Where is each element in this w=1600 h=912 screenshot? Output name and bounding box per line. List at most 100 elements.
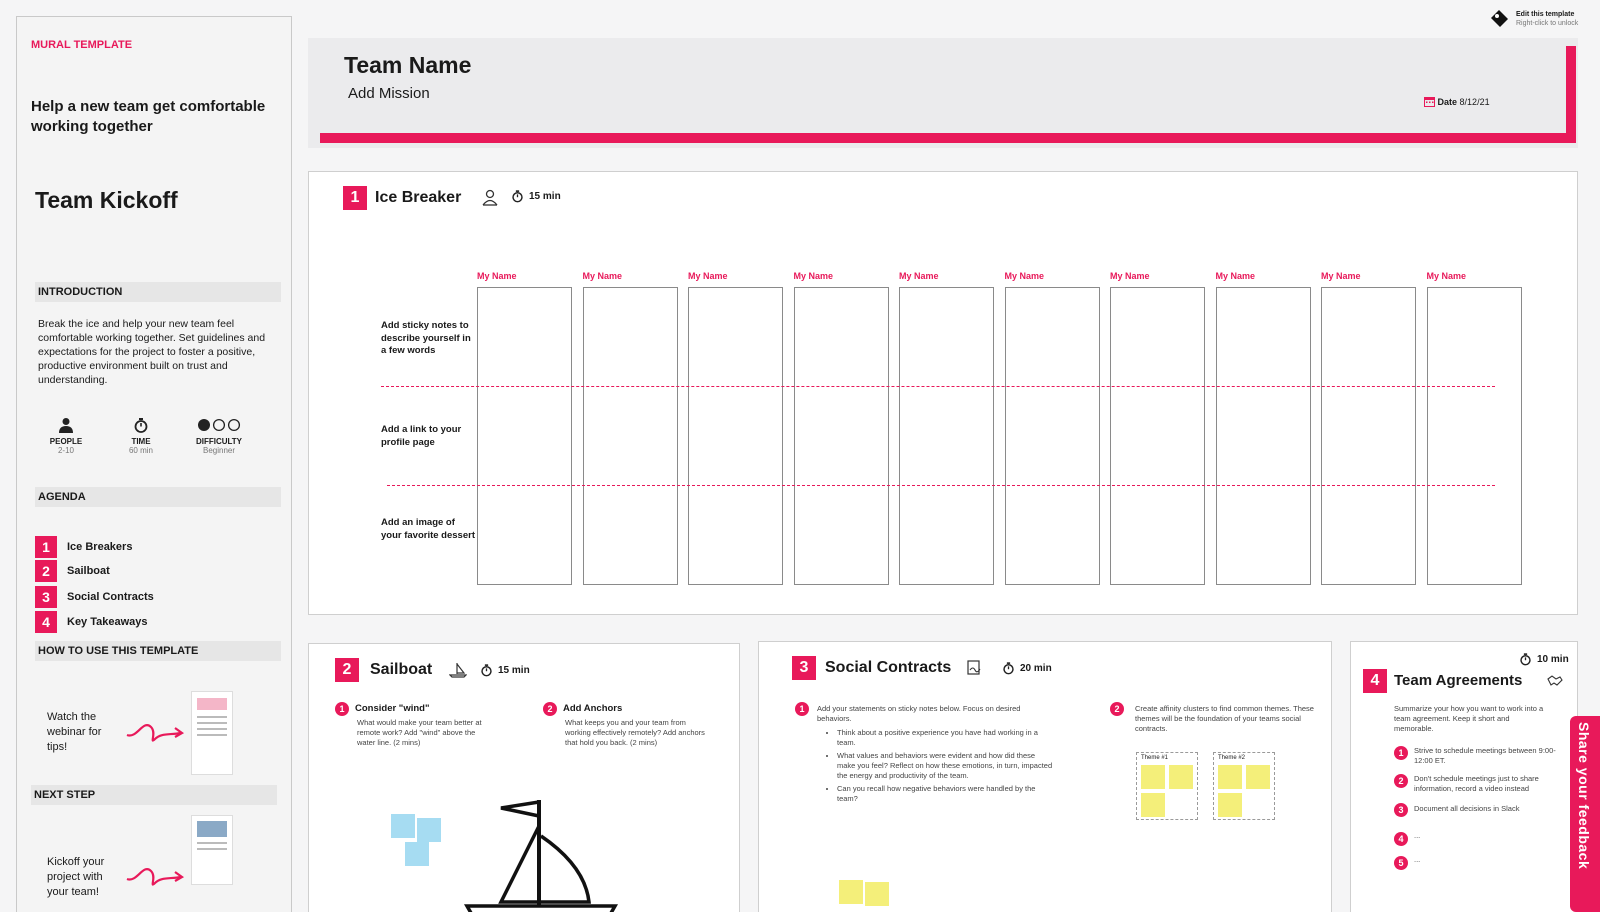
theme-cluster[interactable]: Theme #1: [1136, 752, 1198, 820]
section-title: Ice Breaker: [375, 189, 462, 206]
prompt-list: Think about a positive experience you ha…: [829, 728, 1055, 804]
agenda-item-sailboat[interactable]: 2 Sailboat: [35, 560, 235, 582]
team-name[interactable]: Team Name: [344, 52, 471, 79]
name-column[interactable]: [582, 287, 678, 585]
column-name-label[interactable]: My Name: [477, 271, 517, 281]
stopwatch-icon: [134, 418, 148, 433]
stopwatch-icon: [1003, 662, 1014, 675]
column-name-label[interactable]: My Name: [1005, 271, 1045, 281]
stopwatch-icon: [1520, 653, 1531, 666]
edit-template-label: Edit this template: [1516, 11, 1575, 18]
name-column[interactable]: [899, 287, 994, 585]
handshake-icon: [1547, 675, 1563, 686]
header-side-bar: [1566, 46, 1576, 143]
sticky-note-yellow[interactable]: [1169, 765, 1193, 789]
template-sidebar: MURAL TEMPLATE Help a new team get comfo…: [16, 16, 292, 912]
agreements-intro: Summarize your how you want to work into…: [1394, 704, 1544, 733]
sticky-note-blue[interactable]: [405, 842, 429, 866]
agreement-number: 3: [1394, 803, 1408, 817]
agenda-label: Social Contracts: [67, 591, 154, 603]
sticky-note-yellow[interactable]: [1141, 765, 1165, 789]
team-header: Team Name Add Mission Date 8/12/21: [308, 38, 1578, 148]
name-column[interactable]: [477, 287, 572, 585]
step-number: 2: [1110, 702, 1124, 716]
squiggle-arrow-icon: [126, 724, 185, 742]
webinar-thumbnail[interactable]: [191, 691, 233, 775]
sticky-note-yellow[interactable]: [1218, 765, 1242, 789]
section-time: 15 min: [529, 191, 561, 202]
unlock-tag-icon: [1491, 10, 1508, 27]
name-column[interactable]: [793, 287, 889, 585]
template-tagline: Help a new team get comfortable working …: [31, 98, 266, 135]
column-name-label[interactable]: My Name: [1321, 271, 1361, 281]
sticky-note-yellow[interactable]: [839, 880, 863, 904]
agreement-text: Strive to schedule meetings between 9:00…: [1414, 746, 1556, 765]
name-column[interactable]: [1110, 287, 1205, 585]
howto-text: Watch the webinar for tips!: [47, 711, 102, 753]
agenda-num: 3: [35, 586, 57, 608]
step-number: 2: [543, 702, 557, 716]
sticky-note-yellow[interactable]: [865, 882, 889, 906]
sticky-note-blue[interactable]: [391, 814, 415, 838]
agenda-num: 2: [35, 560, 57, 582]
name-column[interactable]: [688, 287, 783, 585]
section-title: Sailboat: [370, 661, 433, 678]
section-number: 3: [792, 656, 816, 680]
sticky-note-yellow[interactable]: [1246, 765, 1270, 789]
step-text: Create affinity clusters to find common …: [1135, 704, 1314, 733]
step-number: 1: [335, 702, 349, 716]
name-column[interactable]: [1215, 287, 1311, 585]
theme-cluster[interactable]: Theme #2: [1213, 752, 1275, 820]
sailboat-panel: 2 Sailboat 15 min 1 Consider "wind" What…: [308, 643, 740, 912]
date-field[interactable]: Date 8/12/21: [1424, 96, 1490, 107]
contract-icon: [967, 660, 981, 675]
name-column[interactable]: [1004, 287, 1100, 585]
prompt-item: Think about a positive experience you ha…: [837, 728, 1055, 748]
column-name-label[interactable]: My Name: [688, 271, 728, 281]
name-column[interactable]: [1321, 287, 1416, 585]
agreement-number: 1: [1394, 746, 1408, 760]
agenda-item-key-takeaways[interactable]: 4 Key Takeaways: [35, 611, 235, 633]
team-agreements-panel: 10 min 4 Team Agreements Summarize your …: [1350, 641, 1578, 912]
edit-template-control[interactable]: Edit this template Right-click to unlock: [1488, 8, 1592, 34]
section-time: 20 min: [1020, 663, 1052, 674]
agreement-text: ...: [1414, 855, 1421, 864]
stat-difficulty: DIFFICULTY Beginner: [187, 417, 251, 455]
row-label: Add a link to your profile page: [381, 424, 462, 448]
agenda-label: Ice Breakers: [67, 541, 133, 553]
date-value: 8/12/21: [1459, 97, 1490, 107]
section-number: 1: [343, 186, 367, 210]
sticky-note-blue[interactable]: [417, 818, 441, 842]
intro-text: Break the ice and help your new team fee…: [38, 318, 266, 386]
section-time: 10 min: [1537, 654, 1569, 665]
stat-people-label: PEOPLE: [49, 437, 83, 446]
sailboat-icon: [449, 663, 467, 678]
sailboat-illustration: [463, 800, 619, 912]
column-name-label[interactable]: My Name: [899, 271, 939, 281]
agreement-number: 4: [1394, 832, 1408, 846]
team-mission[interactable]: Add Mission: [348, 85, 430, 102]
next-step-thumbnail[interactable]: [191, 815, 233, 885]
person-icon: [59, 418, 73, 433]
section-number: 4: [1363, 669, 1387, 693]
icebreaker-panel: 1 Ice Breaker 15 min Add sticky notes to…: [308, 171, 1578, 615]
name-column[interactable]: [1426, 287, 1522, 585]
stat-people: PEOPLE 2-10: [36, 417, 96, 455]
column-name-label[interactable]: My Name: [1216, 271, 1256, 281]
column-name-label[interactable]: My Name: [1110, 271, 1150, 281]
column-name-label[interactable]: My Name: [794, 271, 834, 281]
intro-heading: INTRODUCTION: [35, 282, 281, 302]
feedback-tab[interactable]: Share your feedback: [1570, 716, 1600, 912]
sticky-note-yellow[interactable]: [1141, 793, 1165, 817]
sticky-note-yellow[interactable]: [1218, 793, 1242, 817]
stat-time-label: TIME: [131, 437, 151, 446]
step-number: 1: [795, 702, 809, 716]
agenda-item-ice-breakers[interactable]: 1 Ice Breakers: [35, 536, 235, 558]
step-text: What would make your team better at remo…: [357, 718, 482, 747]
column-name-label[interactable]: My Name: [583, 271, 623, 281]
stat-time-value: 60 min: [128, 446, 153, 455]
prompt-item: Can you recall how negative behaviors we…: [837, 784, 1055, 804]
column-name-label[interactable]: My Name: [1427, 271, 1467, 281]
stat-time: TIME 60 min: [111, 417, 171, 455]
agenda-item-social-contracts[interactable]: 3 Social Contracts: [35, 586, 235, 608]
